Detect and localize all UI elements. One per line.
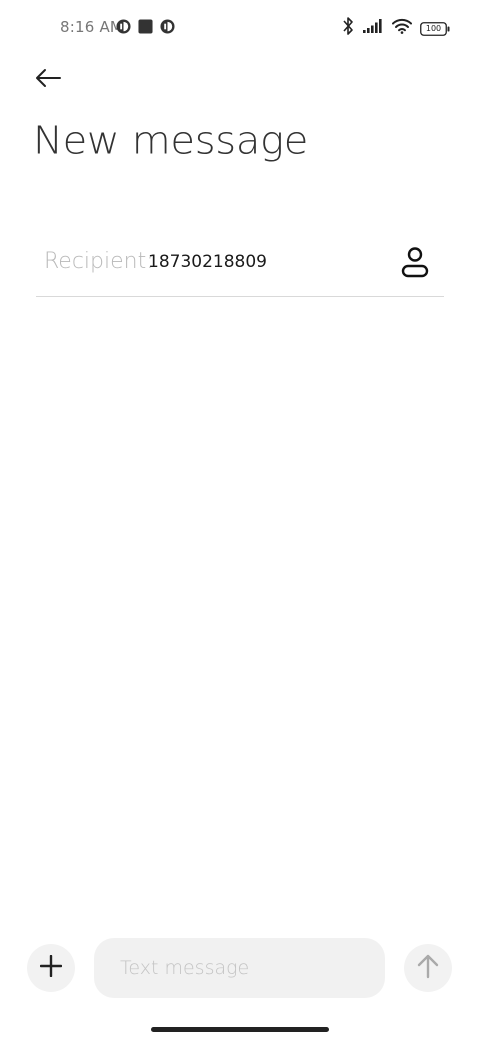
message-composer — [0, 936, 480, 1000]
page-title: New message — [33, 119, 309, 163]
person-icon — [400, 247, 430, 284]
battery-icon: 100 — [420, 21, 450, 36]
app-notification-icon — [116, 19, 131, 39]
home-indicator[interactable] — [151, 1027, 329, 1032]
back-button[interactable] — [32, 64, 64, 96]
recipient-input[interactable]: 18730218809 — [148, 252, 267, 272]
send-button[interactable] — [404, 944, 452, 992]
recipient-row[interactable]: Recipient: 18730218809 — [36, 232, 444, 297]
signal-icon — [362, 18, 384, 39]
arrow-up-icon — [416, 953, 440, 984]
message-input[interactable] — [94, 938, 385, 998]
recipient-label: Recipient: — [44, 249, 154, 274]
battery-level-text: 100 — [425, 23, 442, 33]
app-notification-icon — [160, 19, 175, 39]
attach-button[interactable] — [27, 944, 75, 992]
select-contact-button[interactable] — [400, 246, 430, 280]
status-system-icons: 100 — [342, 16, 450, 41]
status-time: 8:16 AM — [60, 18, 124, 36]
status-notification-icons — [116, 19, 175, 39]
status-bar: 8:16 AM 100 — [0, 0, 480, 54]
plus-icon — [39, 954, 63, 982]
wifi-icon — [392, 18, 412, 39]
square-notification-icon — [138, 19, 153, 39]
bluetooth-icon — [342, 16, 354, 41]
arrow-left-icon — [34, 68, 62, 93]
